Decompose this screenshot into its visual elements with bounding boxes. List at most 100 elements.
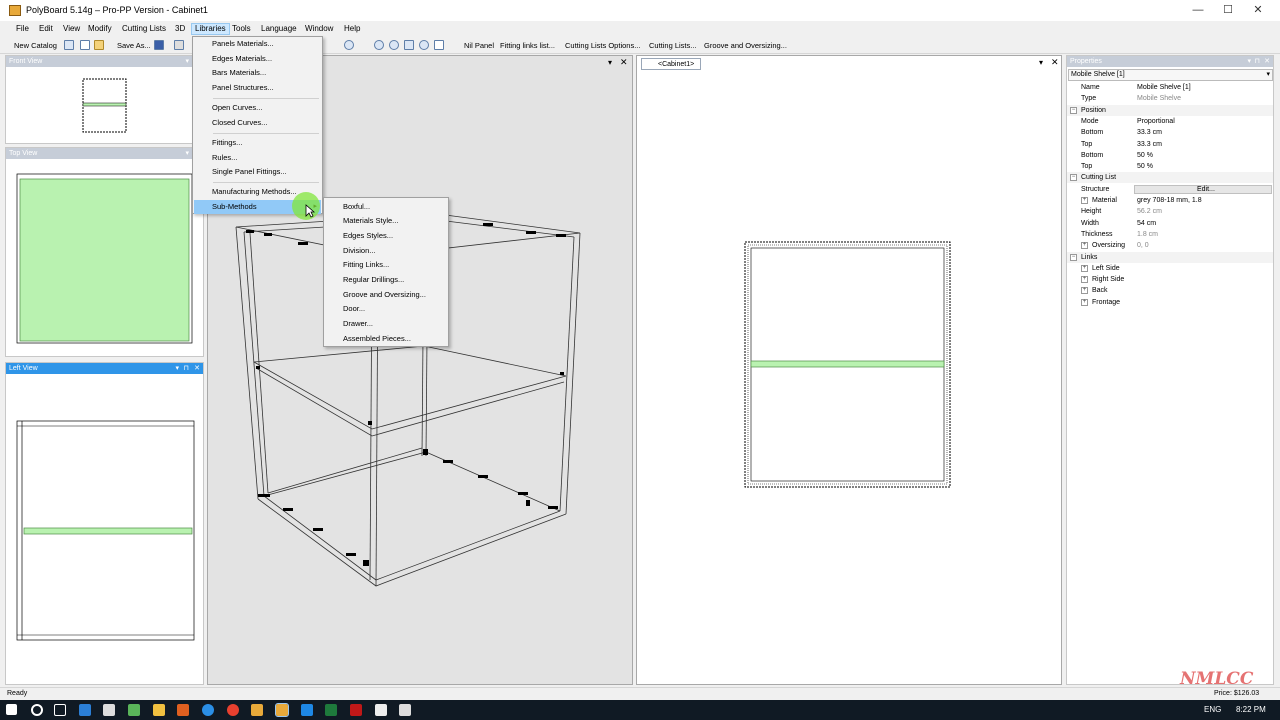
menu-item-door[interactable]: Door... xyxy=(325,302,447,316)
windows-start-icon[interactable] xyxy=(6,704,17,715)
property-row[interactable]: + Frontage xyxy=(1067,297,1273,308)
minimize-button[interactable]: — xyxy=(1184,2,1212,18)
menu-item-regular-drillings[interactable]: Regular Drillings... xyxy=(325,273,447,287)
menu-item-materials-style[interactable]: Materials Style... xyxy=(325,214,447,228)
collapse-icon[interactable]: − xyxy=(1070,253,1077,261)
property-row[interactable]: + Oversizing 0, 0 xyxy=(1067,240,1273,251)
close-icon[interactable]: ✕ xyxy=(1051,57,1059,68)
menu-item-groove-oversizing[interactable]: Groove and Oversizing... xyxy=(325,288,447,302)
task-view-icon[interactable] xyxy=(54,704,66,716)
property-row[interactable]: Bottom 50 % xyxy=(1067,150,1273,161)
chrome-icon[interactable] xyxy=(227,704,239,716)
tab-cabinet1[interactable]: <Cabinet1> xyxy=(641,58,702,70)
property-row[interactable]: Structure Edit... xyxy=(1067,184,1273,195)
browser-icon[interactable] xyxy=(202,704,214,716)
excel-icon[interactable] xyxy=(325,704,337,716)
expand-icon[interactable]: + xyxy=(1081,242,1088,250)
new-catalog-button[interactable]: New Catalog xyxy=(14,41,57,50)
polyboard-icon[interactable] xyxy=(251,704,263,716)
menu-item-fittings[interactable]: Fittings... xyxy=(194,136,321,150)
menu-cutting-lists[interactable]: Cutting Lists xyxy=(119,23,169,35)
pin-icon[interactable]: ⊓ xyxy=(1255,56,1260,67)
app-icon[interactable] xyxy=(128,704,140,716)
menu-window[interactable]: Window xyxy=(302,23,336,35)
print-icon[interactable] xyxy=(174,40,184,50)
menu-modify[interactable]: Modify xyxy=(85,23,115,35)
cabinet-front-drawing[interactable] xyxy=(744,241,952,489)
menu-edit[interactable]: Edit xyxy=(36,23,56,35)
groove-oversizing-button[interactable]: Groove and Oversizing... xyxy=(704,41,787,50)
property-row[interactable]: Top 33.3 cm xyxy=(1067,139,1273,150)
menu-3d[interactable]: 3D xyxy=(172,23,188,35)
expand-icon[interactable]: + xyxy=(1081,287,1088,295)
close-icon[interactable]: ✕ xyxy=(1264,56,1270,67)
property-row[interactable]: − Cutting List xyxy=(1067,172,1273,184)
panel-menu-icon[interactable]: ▾ xyxy=(175,363,179,374)
new-file-icon[interactable] xyxy=(80,40,90,50)
property-row[interactable]: + Right Side xyxy=(1067,274,1273,285)
save-icon[interactable] xyxy=(154,40,164,50)
property-row[interactable]: Type Mobile Shelve xyxy=(1067,93,1273,104)
pan-hand-icon[interactable] xyxy=(434,40,444,50)
menu-item-edges-materials[interactable]: Edges Materials... xyxy=(194,52,321,66)
menu-item-closed-curves[interactable]: Closed Curves... xyxy=(194,116,321,130)
front-elevation-viewport[interactable]: <Cabinet1> ▾ ✕ xyxy=(636,55,1062,685)
menu-item-boxful[interactable]: Boxful... xyxy=(325,200,447,214)
notepad-icon[interactable] xyxy=(375,704,387,716)
menu-item-fitting-links[interactable]: Fitting Links... xyxy=(325,258,447,272)
menu-item-drawer[interactable]: Drawer... xyxy=(325,317,447,331)
close-icon[interactable]: ✕ xyxy=(194,363,200,374)
property-row[interactable]: − Links xyxy=(1067,251,1273,263)
app-icon[interactable] xyxy=(177,704,189,716)
cutting-lists-options-button[interactable]: Cutting Lists Options... xyxy=(565,41,640,50)
app-icon[interactable] xyxy=(301,704,313,716)
tab-menu-icon[interactable]: ▾ xyxy=(1039,58,1043,67)
collapse-icon[interactable]: − xyxy=(1070,106,1077,114)
menu-item-panels-materials[interactable]: Panels Materials... xyxy=(194,37,321,51)
property-row[interactable]: Height 56.2 cm xyxy=(1067,206,1273,217)
expand-icon[interactable]: + xyxy=(1081,276,1088,284)
menu-view[interactable]: View xyxy=(60,23,83,35)
property-row[interactable]: Top 50 % xyxy=(1067,161,1273,172)
save-as-button[interactable]: Save As... xyxy=(117,41,151,50)
menu-tools[interactable]: Tools xyxy=(229,23,254,35)
app-icon[interactable] xyxy=(399,704,411,716)
expand-icon[interactable]: + xyxy=(1081,197,1088,204)
property-row[interactable]: Bottom 33.3 cm xyxy=(1067,127,1273,138)
open-catalog-icon[interactable] xyxy=(64,40,74,50)
store-icon[interactable] xyxy=(103,704,115,716)
menu-libraries[interactable]: Libraries xyxy=(191,23,230,35)
close-button[interactable]: ✕ xyxy=(1244,2,1272,18)
left-view-drawing[interactable] xyxy=(16,420,196,642)
object-selector[interactable]: Mobile Shelve [1] ▾ xyxy=(1068,69,1273,81)
menu-item-open-curves[interactable]: Open Curves... xyxy=(194,101,321,115)
property-row[interactable]: − Position xyxy=(1067,104,1273,116)
clock[interactable]: 8:22 PM xyxy=(1236,705,1266,714)
edge-browser-icon[interactable] xyxy=(79,704,91,716)
zoom-out-icon[interactable] xyxy=(389,40,399,50)
menu-help[interactable]: Help xyxy=(341,23,363,35)
property-row[interactable]: Mode Proportional xyxy=(1067,116,1273,127)
acrobat-icon[interactable] xyxy=(350,704,362,716)
search-icon[interactable] xyxy=(31,704,43,716)
zoom-in-icon[interactable] xyxy=(374,40,384,50)
menu-item-single-panel-fittings[interactable]: Single Panel Fittings... xyxy=(194,165,321,179)
menu-language[interactable]: Language xyxy=(258,23,300,35)
panel-menu-icon[interactable]: ▾ xyxy=(185,148,189,159)
language-indicator[interactable]: ENG xyxy=(1204,705,1221,714)
expand-icon[interactable]: + xyxy=(1081,264,1088,272)
front-view-drawing[interactable] xyxy=(82,78,128,134)
zoom-extents-icon[interactable] xyxy=(404,40,414,50)
property-value[interactable]: Edit... xyxy=(1197,184,1215,195)
maximize-button[interactable]: ☐ xyxy=(1214,2,1242,18)
zoom-window-icon[interactable] xyxy=(419,40,429,50)
panel-menu-icon[interactable]: ▾ xyxy=(185,56,189,67)
property-row[interactable]: Thickness 1.8 cm xyxy=(1067,229,1273,240)
collapse-icon[interactable]: − xyxy=(1070,174,1077,182)
property-row[interactable]: + Left Side xyxy=(1067,263,1273,274)
property-row[interactable]: + Back xyxy=(1067,285,1273,296)
menu-item-division[interactable]: Division... xyxy=(325,244,447,258)
menu-item-bars-materials[interactable]: Bars Materials... xyxy=(194,66,321,80)
menu-item-assembled-pieces[interactable]: Assembled Pieces... xyxy=(325,332,447,346)
cutting-lists-button[interactable]: Cutting Lists... xyxy=(649,41,697,50)
